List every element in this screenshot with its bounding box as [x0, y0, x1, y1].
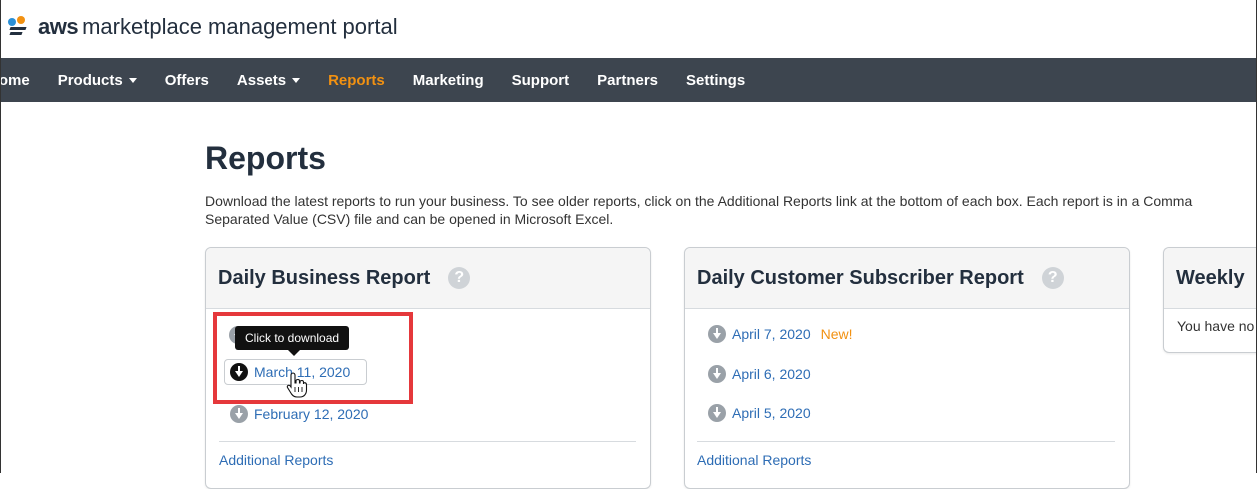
- weekly-empty-message: You have no: [1177, 318, 1255, 334]
- additional-reports-link[interactable]: Additional Reports: [697, 452, 811, 468]
- nav-partners-label: Partners: [597, 71, 659, 89]
- nav-support[interactable]: Support: [512, 72, 570, 89]
- logo-aws-text: aws: [38, 14, 79, 39]
- card-header: Daily Customer Subscriber Report ?: [685, 248, 1129, 309]
- nav-products-label: Products: [57, 71, 123, 89]
- nav-reports-label: Reports: [328, 71, 385, 89]
- portal-header: aws marketplace management portal: [0, 0, 1257, 58]
- report-link-april-5[interactable]: April 5, 2020: [708, 404, 811, 422]
- report-date: April 7, 2020: [732, 326, 811, 342]
- report-link-april-6[interactable]: April 6, 2020: [708, 365, 811, 383]
- nav-marketing[interactable]: Marketing: [413, 72, 484, 89]
- report-link-april-7[interactable]: April 7, 2020 New!: [708, 325, 853, 343]
- annotation-highlight-box: [213, 312, 413, 404]
- window-border-left: [0, 0, 1, 473]
- nav-support-label: Support: [511, 71, 570, 89]
- card-title: Weekly: [1176, 266, 1245, 289]
- page-description: Download the latest reports to run your …: [205, 193, 1193, 227]
- report-date: April 5, 2020: [732, 405, 811, 421]
- download-icon: [708, 404, 726, 422]
- report-date: April 6, 2020: [732, 366, 811, 382]
- nav-assets[interactable]: Assets: [236, 71, 301, 89]
- chevron-down-icon: [128, 77, 137, 83]
- hand-cursor-icon: [286, 372, 308, 398]
- report-date: February 12, 2020: [254, 406, 369, 422]
- main-navbar: Home Products Offers Assets Reports Mark…: [0, 58, 1257, 102]
- aws-marketplace-logo[interactable]: aws marketplace management portal: [8, 14, 398, 40]
- marketplace-cart-icon: [8, 16, 34, 38]
- report-link-february[interactable]: February 12, 2020: [230, 405, 368, 423]
- nav-partners[interactable]: Partners: [597, 72, 658, 89]
- additional-reports-link[interactable]: Additional Reports: [219, 452, 333, 468]
- card-divider: [697, 441, 1115, 442]
- nav-offers-label: Offers: [164, 71, 209, 89]
- question-mark-icon[interactable]: ?: [1041, 267, 1064, 289]
- card-title: Daily Business Report: [218, 266, 431, 289]
- nav-home[interactable]: Home: [0, 72, 30, 89]
- question-mark-icon[interactable]: ?: [448, 267, 471, 289]
- download-icon: [230, 405, 248, 423]
- card-divider: [219, 441, 636, 442]
- nav-settings[interactable]: Settings: [686, 72, 745, 89]
- nav-reports[interactable]: Reports: [328, 72, 385, 89]
- download-icon: [708, 365, 726, 383]
- new-badge: New!: [820, 326, 853, 342]
- nav-products[interactable]: Products: [58, 72, 137, 89]
- nav-assets-label: Assets: [236, 71, 287, 89]
- chevron-down-icon: [292, 77, 301, 83]
- card-title: Daily Customer Subscriber Report: [697, 266, 1024, 289]
- logo-portal-text: marketplace management portal: [82, 14, 398, 39]
- download-icon: [708, 325, 726, 343]
- nav-offers[interactable]: Offers: [165, 72, 209, 89]
- weekly-report-card: Weekly: [1163, 247, 1257, 353]
- card-header: Daily Business Report ?: [206, 248, 650, 309]
- nav-marketing-label: Marketing: [412, 71, 484, 89]
- nav-home-label: Home: [0, 71, 30, 89]
- card-header: Weekly: [1164, 248, 1257, 309]
- nav-settings-label: Settings: [686, 71, 746, 89]
- page-title: Reports: [205, 140, 326, 176]
